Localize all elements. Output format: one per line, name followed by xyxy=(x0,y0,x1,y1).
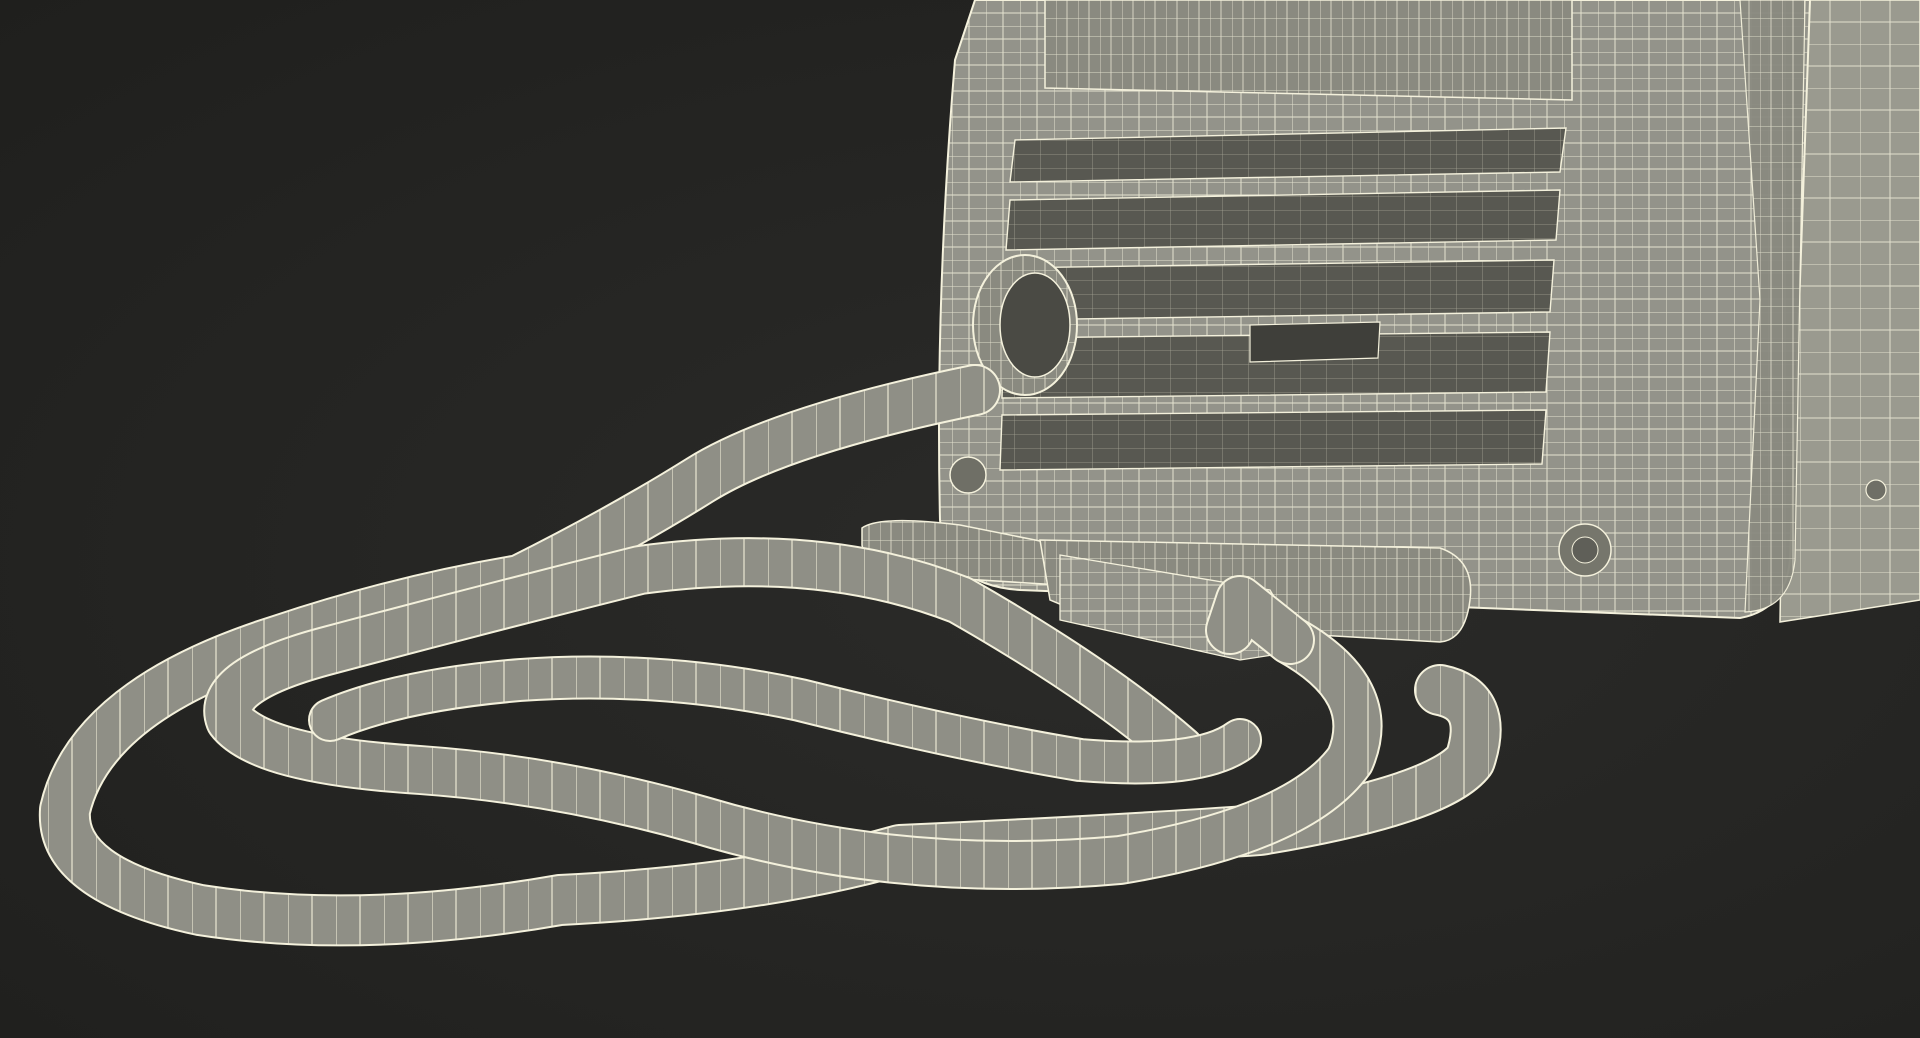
render-viewport xyxy=(0,0,1920,1038)
screw-left xyxy=(949,456,987,494)
screw-right xyxy=(1558,523,1612,577)
screw-side xyxy=(1865,479,1887,501)
wireframe-render xyxy=(38,0,1920,947)
